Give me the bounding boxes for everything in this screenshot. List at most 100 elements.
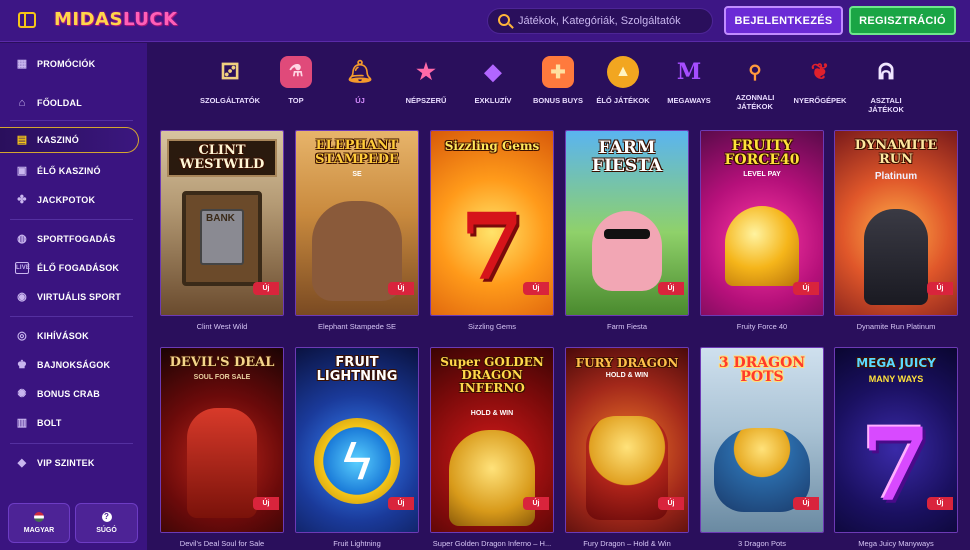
category-table-games[interactable]: ᕱ ASZTALI JÁTÉKOK [853, 56, 919, 118]
game-card-devils-deal[interactable]: DEVIL'S DEAL SOUL FOR SALE Új [160, 347, 284, 533]
game-name[interactable]: Clint West Wild [160, 322, 284, 331]
sidebar-item-label: FŐOLDAL [37, 98, 82, 108]
category-popular[interactable]: ★ NÉPSZERŰ [393, 56, 459, 118]
basket-icon: ▥ [16, 417, 28, 429]
sidebar-divider [10, 316, 133, 317]
ball-icon: ◍ [17, 233, 27, 245]
joystick-icon: ⚲ [748, 62, 762, 82]
game-name[interactable]: Sizzling Gems [430, 322, 554, 331]
new-badge: Új [927, 282, 953, 295]
game-name[interactable]: Mega Juicy Manyways [834, 539, 958, 548]
dice-icon: ⚂ [220, 59, 240, 84]
game-name[interactable]: Super Golden Dragon Inferno – H... [430, 539, 554, 548]
new-badge: Új [523, 282, 549, 295]
category-providers[interactable]: ⚂ SZOLGÁLTATÓK [197, 56, 263, 118]
sidebar-item-label: PROMÓCIÓK [37, 59, 96, 69]
help-button[interactable]: ? SÚGÓ [75, 503, 138, 543]
sidebar-item-label: VIP SZINTEK [37, 458, 95, 468]
game-card-clint-west-wild[interactable]: BANK CLINT WESTWILD Új [160, 130, 284, 316]
slot-machine-icon: ▤ [16, 134, 28, 146]
lightning-coin-icon: ϟ [296, 418, 418, 504]
game-card-fruity-force-40[interactable]: FRUITY FORCE40 LEVEL PAY Új [700, 130, 824, 316]
sidebar-toggle-icon[interactable] [18, 12, 36, 28]
login-button[interactable]: BEJELENTKEZÉS [724, 6, 843, 35]
coin-icon: ▲ [607, 56, 639, 88]
gift-icon: ▦ [16, 58, 28, 70]
sidebar-item-shop[interactable]: ▥ BOLT [0, 410, 140, 436]
game-name[interactable]: Elephant Stampede SE [295, 322, 419, 331]
sidebar-item-label: ÉLŐ KASZINÓ [37, 166, 101, 176]
golden-dragon-icon [431, 430, 553, 526]
game-name[interactable]: Devil's Deal Soul for Sale [160, 539, 284, 548]
sidebar-item-label: BAJNOKSÁGOK [37, 360, 111, 370]
gem-icon: ◆ [484, 59, 502, 84]
category-live-games[interactable]: ▲ ÉLŐ JÁTÉKOK [590, 56, 656, 118]
sidebar-divider [10, 120, 133, 121]
sidebar-item-label: VIRTUÁLIS SPORT [37, 292, 122, 302]
category-slots[interactable]: ❦ NYERŐGÉPEK [787, 56, 853, 118]
sidebar-item-tournaments[interactable]: ♚ BAJNOKSÁGOK [0, 352, 140, 378]
sidebar-item-challenges[interactable]: ◎ KIHÍVÁSOK [0, 323, 140, 349]
sidebar-item-live-casino[interactable]: ▣ ÉLŐ KASZINÓ [0, 158, 140, 184]
bell-icon: 🔔︎ [346, 59, 374, 84]
game-card-mega-juicy[interactable]: 7 MEGA JUICY MANY WAYS Új [834, 347, 958, 533]
sidebar-item-vip-levels[interactable]: ◆ VIP SZINTEK [0, 450, 140, 476]
category-exclusive[interactable]: ◆ EXKLUZÍV [460, 56, 526, 118]
search-bar[interactable] [487, 8, 713, 34]
new-badge: Új [253, 282, 279, 295]
live-casino-icon: ▣ [16, 165, 28, 177]
search-input[interactable] [518, 9, 708, 33]
help-icon: ? [101, 512, 112, 522]
category-instant-games[interactable]: ⚲ AZONNALI JÁTÉKOK [722, 56, 788, 118]
midasluck-logo[interactable]: MIDASLUCK [54, 9, 178, 33]
sidebar-item-casino[interactable]: ▤ KASZINÓ [0, 127, 139, 153]
diamond-icon: ◆ [17, 457, 27, 469]
sidebar-item-label: BOLT [37, 418, 62, 428]
game-card-fruit-lightning[interactable]: ϟ FRUIT LIGHTNING Új [295, 347, 419, 533]
register-button[interactable]: REGISZTRÁCIÓ [849, 6, 956, 35]
game-card-fury-dragon[interactable]: FURY DRAGON HOLD & WIN Új [565, 347, 689, 533]
sidebar-item-jackpots[interactable]: ✤ JACKPOTOK [0, 187, 140, 213]
hungary-flag-icon [34, 512, 44, 522]
language-button[interactable]: MAGYAR [8, 503, 70, 543]
new-badge: Új [793, 497, 819, 510]
target-icon: ◎ [17, 330, 27, 342]
search-icon [498, 14, 510, 26]
live-badge-icon: LIVE [15, 262, 30, 274]
game-card-super-golden-dragon[interactable]: Super GOLDEN DRAGON INFERNO HOLD & WIN Ú… [430, 347, 554, 533]
game-card-farm-fiesta[interactable]: FARM FIESTA Új [565, 130, 689, 316]
game-name[interactable]: Farm Fiesta [565, 322, 689, 331]
game-name[interactable]: Dynamite Run Platinum [834, 322, 958, 331]
game-name[interactable]: Fury Dragon – Hold & Win [565, 539, 689, 548]
letter-m-icon: M [676, 59, 702, 85]
sidebar-item-bonus-crab[interactable]: ✺ BONUS CRAB [0, 381, 140, 407]
category-bonus-buys[interactable]: ✚ BONUS BUYS [525, 56, 591, 118]
cherry-icon: ❦ [810, 59, 830, 84]
clover-icon: ✤ [17, 194, 27, 206]
game-card-3-dragon-pots[interactable]: 3 DRAGON POTS Új [700, 347, 824, 533]
sidebar-item-home[interactable]: ⌂ FŐOLDAL [0, 90, 140, 116]
game-card-elephant-stampede[interactable]: ELEPHANT STAMPEDE SE Új [295, 130, 419, 316]
sidebar-item-promotions[interactable]: ▦ PROMÓCIÓK [0, 51, 140, 77]
home-icon: ⌂ [18, 97, 26, 109]
game-name[interactable]: 3 Dragon Pots [700, 539, 824, 548]
game-name[interactable]: Fruity Force 40 [700, 322, 824, 331]
game-card-dynamite-run[interactable]: DYNAMITE RUN Platinum Új [834, 130, 958, 316]
game-card-sizzling-gems[interactable]: 7 Sizzling Gems Új [430, 130, 554, 316]
sidebar-item-sports-betting[interactable]: ◍ SPORTFOGADÁS [0, 226, 140, 252]
new-badge: Új [658, 282, 684, 295]
sidebar-item-live-betting[interactable]: LIVE ÉLŐ FOGADÁSOK [0, 255, 140, 281]
safe-icon: BANK [161, 191, 283, 286]
sidebar-item-virtual-sports[interactable]: ◉ VIRTUÁLIS SPORT [0, 284, 140, 310]
category-new[interactable]: 🔔︎ ÚJ [327, 56, 393, 118]
category-top[interactable]: ⚗ TOP [263, 56, 329, 118]
golden-bell-icon [701, 206, 823, 286]
game-name[interactable]: Fruit Lightning [295, 539, 419, 548]
new-badge: Új [927, 497, 953, 510]
new-badge: Új [388, 497, 414, 510]
star-icon: ★ [416, 59, 436, 84]
trophy-icon: ♚ [16, 359, 28, 371]
sidebar: ▦ PROMÓCIÓK ⌂ FŐOLDAL ▤ KASZINÓ ▣ ÉLŐ KA… [0, 43, 147, 550]
bunny-icon: ᕱ [877, 59, 895, 84]
category-megaways[interactable]: M MEGAWAYS [656, 56, 722, 118]
